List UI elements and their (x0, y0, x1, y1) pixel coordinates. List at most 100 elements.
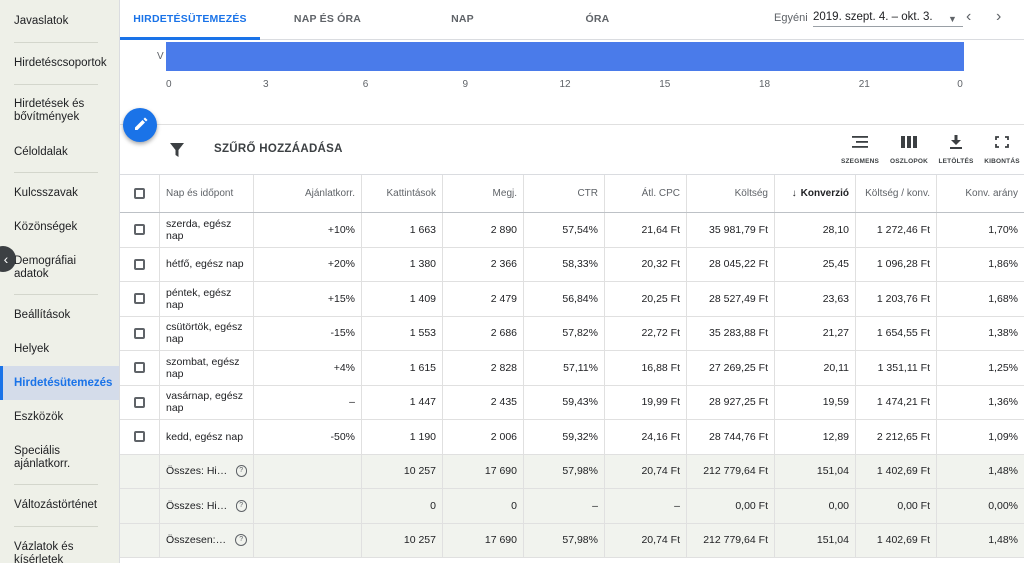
tab-nap[interactable]: NAP (420, 0, 505, 40)
sidebar-item-eszkozok[interactable]: Eszközök (14, 411, 112, 424)
row-conv-cell: 20,11 (775, 351, 856, 385)
totals-cost-conv-cell: 1 402,69 Ft (856, 454, 937, 488)
sidebar-item-demografiai-adatok[interactable]: Demográfiai adatok (14, 255, 112, 281)
row-day-label: hétfő, egész nap (160, 247, 254, 281)
add-filter-button[interactable]: SZŰRŐ HOZZÁADÁSA (214, 143, 343, 155)
row-bid-cell[interactable]: -50% (254, 420, 362, 454)
totals-label: Összes: Hir… (166, 465, 228, 478)
totals-label-cell: Összes: Hir…? (160, 489, 254, 523)
column-header-conv-rate[interactable]: Konv. arány (937, 175, 1024, 212)
row-checkbox[interactable] (134, 224, 145, 236)
column-header-day[interactable]: Nap és időpont (160, 175, 254, 212)
row-checkbox[interactable] (134, 431, 145, 443)
column-header-clicks[interactable]: Kattintások (362, 175, 443, 212)
tab-bar: HIRDETÉSÜTEMEZÉS NAP ÉS ÓRA NAP ÓRA Egyé… (120, 0, 1024, 40)
row-bid-cell[interactable]: +15% (254, 282, 362, 316)
expand-button[interactable]: KIBONTÁS (980, 135, 1024, 165)
row-bid-cell[interactable]: +10% (254, 213, 362, 247)
row-bid-cell[interactable]: +4% (254, 351, 362, 385)
row-impr-cell: 2 686 (443, 316, 524, 350)
column-header-cost-per-conv[interactable]: Költség / konv. (856, 175, 937, 212)
row-cpc-cell: 16,88 Ft (605, 351, 687, 385)
row-cpc-cell: 20,25 Ft (605, 282, 687, 316)
select-all-checkbox-cell[interactable] (120, 175, 160, 212)
sidebar-divider (14, 42, 98, 43)
column-header-impressions[interactable]: Megj. (443, 175, 524, 212)
row-checkbox[interactable] (134, 396, 145, 408)
totals-impr-cell: 0 (443, 489, 524, 523)
totals-label: Összes: Hir… (166, 499, 228, 512)
date-range-select[interactable]: 2019. szept. 4. – okt. 3. (813, 11, 963, 27)
help-icon[interactable]: ? (235, 534, 247, 547)
row-checkbox-cell[interactable] (120, 351, 160, 385)
filter-icon[interactable] (168, 141, 186, 159)
row-day-label: szerda, egész nap (160, 213, 254, 247)
edit-fab-button[interactable] (123, 108, 157, 142)
row-conv-cell: 28,10 (775, 213, 856, 247)
sidebar-item-javaslatok[interactable]: Javaslatok (14, 15, 112, 28)
column-header-bid-adj[interactable]: Ajánlatkorr. (254, 175, 362, 212)
sidebar-item-specialis-ajanlatkorr[interactable]: Speciális ajánlatkorr. (14, 445, 112, 471)
row-checkbox[interactable] (134, 362, 145, 374)
row-conv-cell: 21,27 (775, 316, 856, 350)
row-bid-cell[interactable]: – (254, 385, 362, 419)
totals-clicks-cell: 10 257 (362, 454, 443, 488)
select-all-checkbox[interactable] (134, 188, 145, 199)
sidebar-item-valtozastortenet[interactable]: Változástörténet (14, 499, 112, 512)
totals-row: Összes: Hir…? 10 257 17 690 57,98% 20,74 Ft 2… (120, 454, 1024, 489)
tab-nap-es-ora[interactable]: NAP ÉS ÓRA (270, 0, 385, 40)
sidebar-item-kozonsegek[interactable]: Közönségek (14, 221, 112, 234)
row-cost-cell: 28 045,22 Ft (687, 247, 775, 281)
totals-conv-cell: 0,00 (775, 489, 856, 523)
sidebar-item-helyek[interactable]: Helyek (14, 343, 112, 356)
chevron-left-icon: ‹ (966, 8, 972, 25)
next-period-button[interactable]: › (996, 8, 1001, 26)
chart-x-tick-label: 12 (559, 79, 571, 90)
row-cpc-cell: 21,64 Ft (605, 213, 687, 247)
row-checkbox-cell[interactable] (120, 282, 160, 316)
caret-down-icon[interactable]: ▼ (948, 14, 957, 24)
sidebar-item-beallitasok[interactable]: Beállítások (14, 309, 112, 322)
column-header-ctr[interactable]: CTR (524, 175, 605, 212)
sidebar-item-vazlatok[interactable]: Vázlatok és kísérletek (14, 541, 112, 567)
download-button[interactable]: LETÖLTÉS (934, 135, 978, 165)
row-checkbox[interactable] (134, 258, 145, 270)
table-row: csütörtök, egész nap -15% 1 553 2 686 57,82%… (120, 316, 1024, 351)
row-checkbox[interactable] (134, 327, 145, 339)
row-conv-rate-cell: 1,70% (988, 223, 1018, 236)
column-header-avg-cpc[interactable]: Átl. CPC (605, 175, 687, 212)
row-checkbox[interactable] (134, 293, 145, 305)
chart-category-label: V (157, 51, 164, 62)
sidebar-item-kulcsszavak[interactable]: Kulcsszavak (14, 187, 112, 200)
row-checkbox-cell[interactable] (120, 316, 160, 350)
row-impr-cell: 2 479 (443, 282, 524, 316)
totals-spacer (120, 454, 160, 488)
segment-button[interactable]: SZEGMENS (838, 135, 882, 165)
row-checkbox-cell[interactable] (120, 420, 160, 454)
row-conv-rate-cell: 1,25% (988, 361, 1018, 374)
sidebar-divider (14, 526, 98, 527)
row-checkbox-cell[interactable] (120, 247, 160, 281)
download-icon (950, 135, 962, 149)
tab-ora[interactable]: ÓRA (555, 0, 640, 40)
totals-ctr-cell: 57,98% (524, 523, 605, 557)
totals-bid-cell (254, 454, 362, 488)
tab-hirdetesutemezes[interactable]: HIRDETÉSÜTEMEZÉS (120, 0, 260, 40)
sidebar-item-hirdetesek[interactable]: Hirdetések és bővítmények (14, 98, 112, 124)
row-cpc-cell: 24,16 Ft (605, 420, 687, 454)
column-header-conversions[interactable]: ↓ Konverzió (775, 175, 856, 212)
sidebar-item-hirdetescsoportok[interactable]: Hirdetéscsoportok (14, 57, 112, 70)
sidebar-item-hirdetesutemezes[interactable]: Hirdetésütemezés (14, 377, 112, 390)
column-header-cost[interactable]: Költség (687, 175, 775, 212)
help-icon[interactable]: ? (235, 465, 247, 478)
chart-x-tick-label: 0 (957, 79, 963, 90)
row-checkbox-cell[interactable] (120, 213, 160, 247)
row-cost-conv-cell: 1 351,11 Ft (856, 351, 937, 385)
row-checkbox-cell[interactable] (120, 385, 160, 419)
previous-period-button[interactable]: ‹ (966, 8, 971, 26)
columns-button[interactable]: OSZLOPOK (887, 135, 931, 165)
help-icon[interactable]: ? (235, 499, 247, 512)
sidebar-item-celoldalak[interactable]: Céloldalak (14, 146, 112, 159)
row-bid-cell[interactable]: -15% (254, 316, 362, 350)
row-bid-cell[interactable]: +20% (254, 247, 362, 281)
